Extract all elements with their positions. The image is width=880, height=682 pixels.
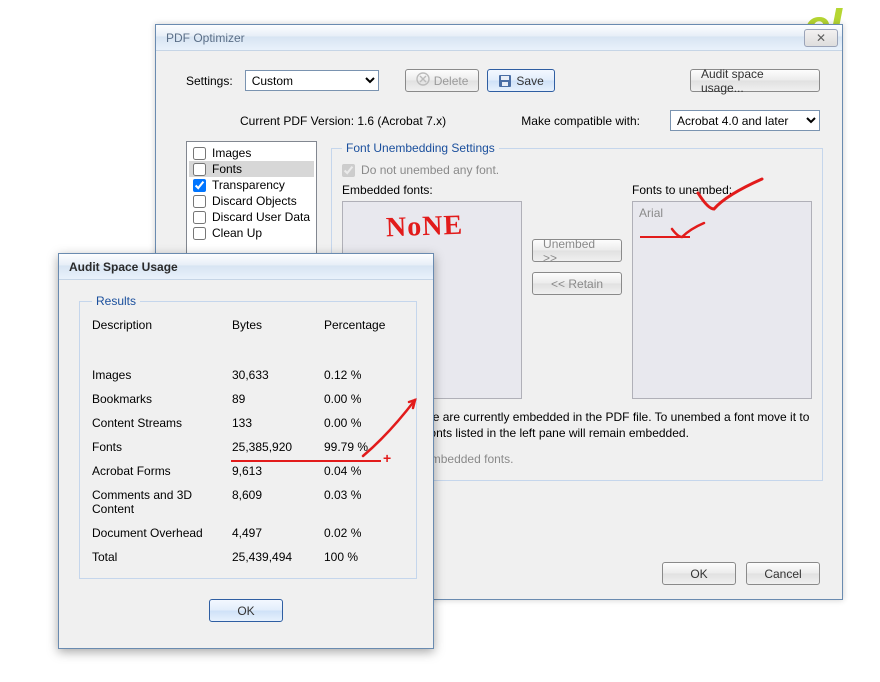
audit-header-bytes: Bytes bbox=[232, 318, 324, 342]
current-version-label: Current PDF Version: 1.6 (Acrobat 7.x) bbox=[240, 114, 491, 128]
category-item-images[interactable]: Images bbox=[189, 145, 314, 161]
audit-header-desc: Description bbox=[92, 318, 232, 342]
delete-label: Delete bbox=[434, 74, 469, 88]
audit-cell: 9,613 bbox=[232, 464, 324, 478]
category-checkbox[interactable] bbox=[193, 227, 206, 240]
close-button[interactable]: ✕ bbox=[804, 29, 838, 47]
audit-cell: 133 bbox=[232, 416, 324, 430]
category-checkbox[interactable] bbox=[193, 179, 206, 192]
audit-ok-button[interactable]: OK bbox=[209, 599, 283, 622]
category-item-transparency[interactable]: Transparency bbox=[189, 177, 314, 193]
category-checkbox[interactable] bbox=[193, 147, 206, 160]
audit-cell: 89 bbox=[232, 392, 324, 406]
do-not-unembed-label: Do not unembed any font. bbox=[361, 163, 499, 177]
audit-titlebar: Audit Space Usage bbox=[59, 254, 433, 280]
audit-cell: 25,385,920 bbox=[232, 440, 324, 454]
audit-table: DescriptionBytesPercentageImages30,6330.… bbox=[92, 318, 404, 564]
save-label: Save bbox=[516, 74, 543, 88]
audit-space-usage-button[interactable]: Audit space usage... bbox=[690, 69, 820, 92]
audit-cell: 99.79 % bbox=[324, 440, 404, 454]
fonts-to-unembed-listbox[interactable]: Arial bbox=[632, 201, 812, 399]
ok-label: OK bbox=[690, 567, 707, 581]
results-group: Results DescriptionBytesPercentage Images… bbox=[79, 294, 417, 579]
category-item-discard-objects[interactable]: Discard Objects bbox=[189, 193, 314, 209]
fonts-to-unembed-label: Fonts to unembed: bbox=[632, 183, 812, 197]
audit-cell: Acrobat Forms bbox=[92, 464, 232, 478]
audit-cell: 100 % bbox=[324, 550, 404, 564]
category-label: Transparency bbox=[212, 178, 285, 192]
audit-cell: 25,439,494 bbox=[232, 550, 324, 564]
delete-button[interactable]: Delete bbox=[405, 69, 480, 92]
delete-icon bbox=[416, 72, 430, 89]
settings-label: Settings: bbox=[186, 74, 233, 88]
titlebar: PDF Optimizer ✕ bbox=[156, 25, 842, 51]
audit-cell: 0.00 % bbox=[324, 416, 404, 430]
audit-cell: Document Overhead bbox=[92, 526, 232, 540]
audit-cell: 8,609 bbox=[232, 488, 324, 516]
category-label: Images bbox=[212, 146, 251, 160]
category-label: Fonts bbox=[212, 162, 242, 176]
compat-label: Make compatible with: bbox=[521, 114, 640, 128]
unembed-button[interactable]: Unembed >> bbox=[532, 239, 622, 262]
group-legend: Font Unembedding Settings bbox=[342, 141, 499, 155]
category-label: Clean Up bbox=[212, 226, 262, 240]
audit-cell: Total bbox=[92, 550, 232, 564]
ok-button[interactable]: OK bbox=[662, 562, 736, 585]
audit-cell: Comments and 3D Content bbox=[92, 488, 232, 516]
category-item-clean-up[interactable]: Clean Up bbox=[189, 225, 314, 241]
unembed-button-label: Unembed >> bbox=[543, 237, 611, 265]
category-checkbox[interactable] bbox=[193, 163, 206, 176]
audit-window: Audit Space Usage Results DescriptionByt… bbox=[58, 253, 434, 649]
category-checkbox[interactable] bbox=[193, 211, 206, 224]
window-title: PDF Optimizer bbox=[166, 31, 804, 45]
unembed-list-item[interactable]: Arial bbox=[639, 206, 805, 220]
category-checkbox[interactable] bbox=[193, 195, 206, 208]
audit-title: Audit Space Usage bbox=[69, 260, 429, 274]
cancel-label: Cancel bbox=[764, 567, 801, 581]
retain-button[interactable]: << Retain bbox=[532, 272, 622, 295]
compat-combo[interactable]: Acrobat 4.0 and later bbox=[670, 110, 820, 131]
save-icon bbox=[498, 74, 512, 88]
results-legend: Results bbox=[92, 294, 140, 308]
audit-cell: 4,497 bbox=[232, 526, 324, 540]
audit-cell: Images bbox=[92, 368, 232, 382]
annotation-plus: + bbox=[383, 450, 391, 466]
embedded-fonts-label: Embedded fonts: bbox=[342, 183, 522, 197]
category-label: Discard User Data bbox=[212, 210, 310, 224]
save-button[interactable]: Save bbox=[487, 69, 554, 92]
audit-cell: 0.04 % bbox=[324, 464, 404, 478]
annotation-fonts-underline bbox=[231, 460, 381, 462]
category-item-fonts[interactable]: Fonts bbox=[189, 161, 314, 177]
do-not-unembed-checkbox[interactable] bbox=[342, 164, 355, 177]
settings-combo[interactable]: Custom bbox=[245, 70, 379, 91]
audit-ok-label: OK bbox=[237, 604, 254, 618]
audit-cell: 30,633 bbox=[232, 368, 324, 382]
audit-cell: 0.02 % bbox=[324, 526, 404, 540]
audit-cell: Content Streams bbox=[92, 416, 232, 430]
close-icon: ✕ bbox=[816, 31, 826, 45]
audit-cell: 0.03 % bbox=[324, 488, 404, 516]
cancel-button[interactable]: Cancel bbox=[746, 562, 820, 585]
category-item-discard-user-data[interactable]: Discard User Data bbox=[189, 209, 314, 225]
audit-cell: 0.12 % bbox=[324, 368, 404, 382]
audit-cell: 0.00 % bbox=[324, 392, 404, 406]
audit-header-pct: Percentage bbox=[324, 318, 404, 342]
retain-button-label: << Retain bbox=[551, 277, 603, 291]
category-label: Discard Objects bbox=[212, 194, 297, 208]
audit-cell: Bookmarks bbox=[92, 392, 232, 406]
audit-button-label: Audit space usage... bbox=[701, 67, 809, 95]
audit-cell: Fonts bbox=[92, 440, 232, 454]
